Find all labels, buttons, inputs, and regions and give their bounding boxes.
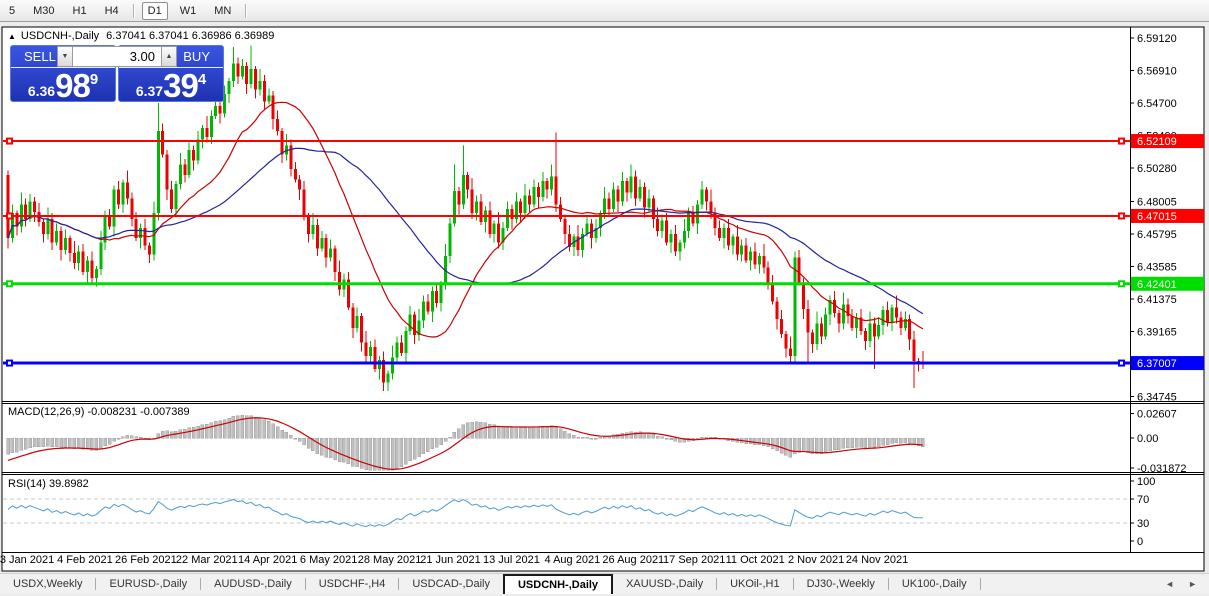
tab-usdx-weekly[interactable]: USDX,Weekly (0, 574, 95, 594)
tab-usdcnh-daily[interactable]: USDCNH-,Daily (503, 574, 613, 594)
level-handle-dot (1120, 362, 1123, 365)
price-tick-label: 6.39165 (1137, 326, 1177, 338)
date-tick-label: 4 Aug 2021 (545, 554, 601, 566)
level-price-label: 6.37007 (1137, 358, 1177, 370)
date-tick-label: 13 Jan 2021 (0, 554, 54, 566)
sell-price: 6.36 98 9 (11, 68, 115, 101)
tab-scroll-right-icon[interactable]: ► (1188, 579, 1197, 589)
price-tick-label: 6.43585 (1137, 261, 1177, 273)
macd-tick-label: -0.031872 (1137, 463, 1187, 475)
price-tick-label: 6.56910 (1137, 65, 1177, 77)
date-tick-label: 24 Nov 2021 (846, 554, 908, 566)
level-handle-dot (8, 140, 11, 143)
rsi-tick-label: 0 (1137, 536, 1143, 548)
price-tick-label: 6.50280 (1137, 163, 1177, 175)
collapse-icon[interactable]: ▲ (8, 32, 16, 41)
tab-scroll-arrows: ◄► (1165, 574, 1209, 594)
level-price-label: 6.52109 (1137, 136, 1177, 148)
tab-ukoil-h1[interactable]: UKOil-,H1 (717, 574, 793, 594)
macd-tick-label: 0.02607 (1137, 408, 1177, 420)
chart-window (2, 27, 1204, 571)
tab-usdcad-daily[interactable]: USDCAD-,Daily (399, 574, 503, 594)
date-tick-label: 17 Sep 2021 (663, 554, 725, 566)
date-tick-label: 6 May 2021 (300, 554, 357, 566)
date-tick-label: 4 Feb 2021 (57, 554, 113, 566)
chart-tab-bar: USDX,WeeklyEURUSD-,DailyAUDUSD-,DailyUSD… (0, 573, 1209, 594)
chevron-down-icon: ▼ (62, 53, 69, 60)
tab-usdchf-h4[interactable]: USDCHF-,H4 (306, 574, 399, 594)
sell-button-label: SELL (24, 49, 56, 64)
level-handle-dot (1120, 140, 1123, 143)
date-tick-label: 28 May 2021 (358, 554, 422, 566)
tab-uk100-daily[interactable]: UK100-,Daily (889, 574, 980, 594)
volume-spinner: ▼ ▲ (57, 46, 177, 67)
level-handle-dot (8, 362, 11, 365)
price-tick-label: 6.48005 (1137, 196, 1177, 208)
level-handle-dot (1120, 282, 1123, 285)
chart-title: ▲ USDCNH-,Daily 6.37041 6.37041 6.36986 6.… (8, 30, 274, 42)
chevron-up-icon: ▲ (166, 53, 173, 60)
rsi-tick-label: 100 (1137, 476, 1155, 488)
level-handle-dot (8, 282, 11, 285)
tab-scroll-left-icon[interactable]: ◄ (1165, 579, 1174, 589)
volume-decrease-button[interactable]: ▼ (57, 46, 73, 67)
price-tick-label: 6.54700 (1137, 98, 1177, 110)
date-tick-label: 2 Nov 2021 (788, 554, 844, 566)
volume-input[interactable] (73, 46, 161, 67)
volume-increase-button[interactable]: ▲ (161, 46, 177, 67)
rsi-tick-label: 70 (1137, 494, 1149, 506)
price-tick-label: 6.34745 (1137, 391, 1177, 403)
tab-audusd-daily[interactable]: AUDUSD-,Daily (201, 574, 305, 594)
date-tick-label: 11 Oct 2021 (726, 554, 785, 566)
date-tick-label: 26 Aug 2021 (602, 554, 664, 566)
application-window: 5M30H1H4D1W1MN 6.591206.569106.547006.52… (0, 0, 1209, 596)
level-handle-dot (8, 214, 11, 217)
rsi-tick-label: 30 (1137, 518, 1149, 530)
tab-dj30-weekly[interactable]: DJ30-,Weekly (794, 574, 888, 594)
price-tick-label: 6.45795 (1137, 229, 1177, 241)
date-tick-label: 13 Jul 2021 (483, 554, 540, 566)
date-tick-label: 26 Feb 2021 (115, 554, 177, 566)
buy-price-big: 39 (163, 70, 198, 101)
rsi-indicator-label: RSI(14) 39.8982 (8, 478, 89, 490)
buy-price-sup: 4 (198, 71, 206, 88)
one-click-trading-panel: SELL 6.36 98 9 BUY 6.37 39 4 ▼ ▲ (10, 45, 224, 104)
level-handle-dot (1120, 214, 1123, 217)
date-tick-label: 14 Apr 2021 (238, 554, 297, 566)
level-price-label: 6.42401 (1137, 279, 1177, 291)
buy-button-label: BUY (183, 49, 210, 64)
macd-indicator-label: MACD(12,26,9) -0.008231 -0.007389 (8, 406, 190, 418)
buy-price-small: 6.37 (136, 83, 163, 99)
time-axis[interactable]: 13 Jan 20214 Feb 202126 Feb 202122 Mar 2… (0, 554, 908, 566)
price-tick-label: 6.41375 (1137, 294, 1177, 306)
date-tick-label: 21 Jun 2021 (420, 554, 481, 566)
macd-tick-label: 0.00 (1137, 433, 1158, 445)
sell-price-sup: 9 (90, 71, 98, 88)
price-tick-label: 6.59120 (1137, 33, 1177, 45)
sell-price-big: 98 (55, 70, 90, 101)
buy-price: 6.37 39 4 (119, 68, 223, 101)
level-price-label: 6.47015 (1137, 211, 1177, 223)
sell-price-small: 6.36 (28, 83, 55, 99)
tab-eurusd-daily[interactable]: EURUSD-,Daily (96, 574, 200, 594)
chart-ohlc-values: 6.37041 6.37041 6.36986 6.36989 (106, 30, 274, 42)
date-tick-label: 22 Mar 2021 (176, 554, 238, 566)
chart-symbol-label: USDCNH-,Daily (21, 30, 99, 42)
tab-separator (980, 578, 981, 590)
tab-xauusd-daily[interactable]: XAUUSD-,Daily (613, 574, 716, 594)
